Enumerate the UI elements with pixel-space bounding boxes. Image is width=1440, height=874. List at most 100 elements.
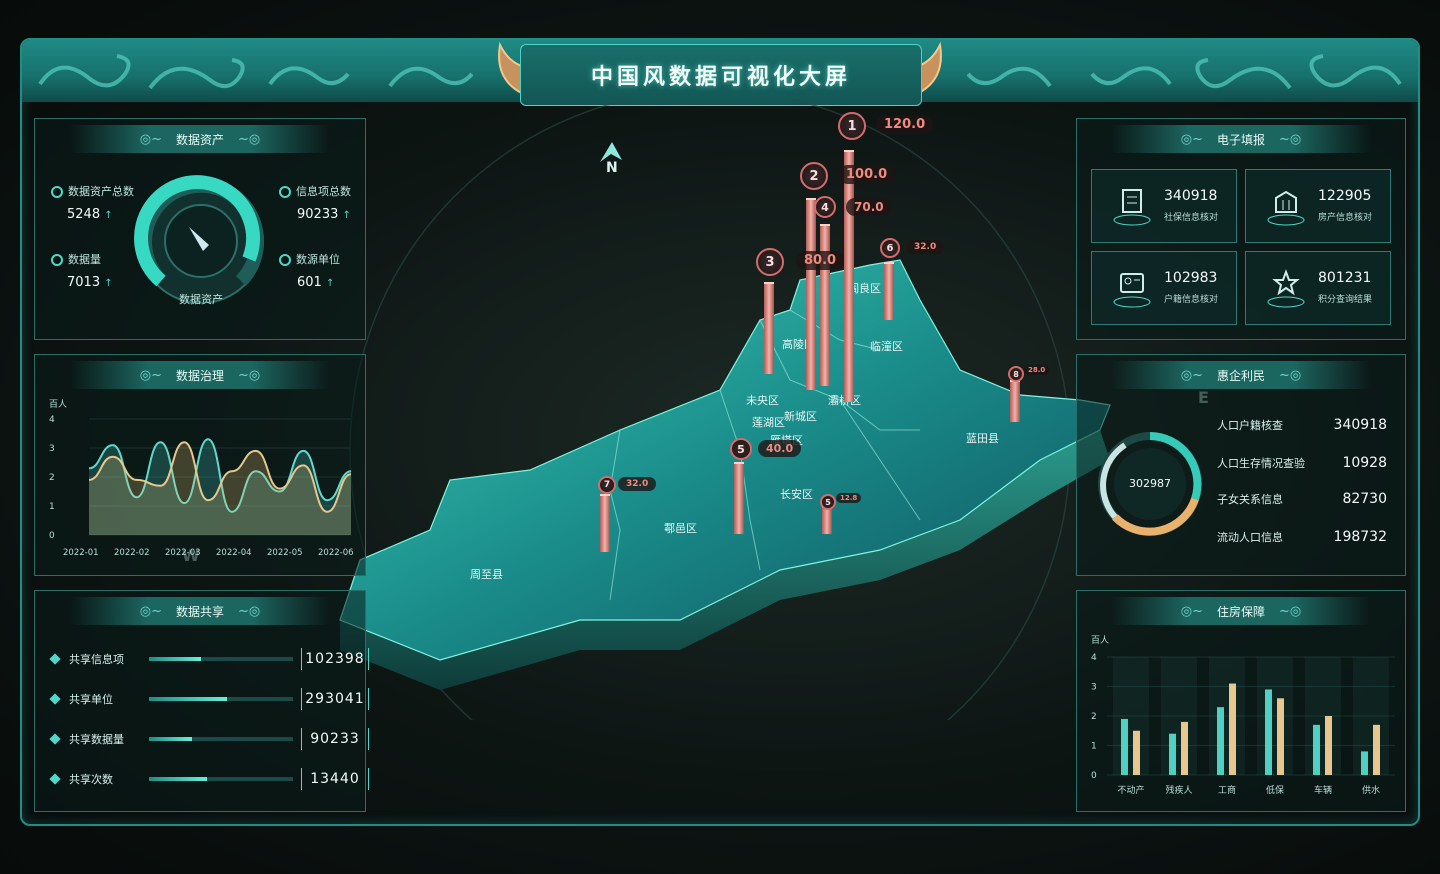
map-marker-rank[interactable]: 5 <box>730 438 752 460</box>
benefit-value: 198732 <box>1333 529 1387 545</box>
stat-label: 数源单位 <box>296 253 340 266</box>
share-bar-fill <box>149 657 201 661</box>
benefit-panel: ◎~ 惠企利民 ~◎ 302987 人口户籍核查 340918 人口生存情况查验… <box>1076 354 1406 576</box>
bar <box>1229 683 1236 775</box>
share-label: 共享次数 <box>69 773 113 786</box>
governance-line-chart: 4 3 2 1 0 2022-01 2022-02 2022-03 2022-04 2022-05… <box>49 415 354 558</box>
cloud-swirl-icon: ◎~ <box>1180 367 1203 383</box>
data-governance-panel: ◎~ 数据治理 ~◎ 百人 4 3 2 1 0 2022-01 2022-02 2022-03… <box>34 354 366 576</box>
map-marker-value: 100.0 <box>838 165 896 184</box>
benefit-item: 人口生存情况查验 10928 <box>1217 455 1387 475</box>
share-bar <box>149 657 293 661</box>
cloud-swirl-icon: ◎~ <box>139 367 162 383</box>
bar-slot-bg <box>1209 657 1245 775</box>
panel-header: ◎~ 住房保障 ~◎ <box>1111 597 1371 625</box>
x-tick-label: 2022-01 <box>63 548 99 558</box>
map-marker-value: 70.0 <box>846 198 892 216</box>
card-label: 房产信息核对 <box>1318 213 1373 223</box>
report-card[interactable]: 102983 户籍信息核对 <box>1091 251 1237 325</box>
card-label: 积分查询结果 <box>1318 295 1373 305</box>
panel-title: 数据资产 <box>175 132 224 147</box>
benefit-label: 流动人口信息 <box>1217 531 1283 544</box>
report-card[interactable]: 340918 社保信息核对 <box>1091 169 1237 243</box>
ring-dot-icon <box>279 186 291 198</box>
y-tick-label: 4 <box>49 415 55 425</box>
x-tick-label: 2022-04 <box>216 548 252 558</box>
share-label: 共享信息项 <box>69 653 124 666</box>
map-pillar <box>822 506 832 534</box>
panel-header: ◎~ 电子填报 ~◎ <box>1111 125 1371 153</box>
form-icon <box>1113 189 1151 226</box>
bar-slot-bg <box>1161 657 1197 775</box>
x-tick-label: 2022-03 <box>165 548 201 558</box>
diamond-icon <box>49 653 61 665</box>
star-icon <box>1267 269 1305 308</box>
map-marker-rank[interactable]: 6 <box>880 238 900 258</box>
map-marker-rank[interactable]: 2 <box>800 162 828 190</box>
bar <box>1169 733 1176 775</box>
panel-header: ◎~ 惠企利民 ~◎ <box>1111 361 1371 389</box>
cloud-swirl-icon: ~◎ <box>238 131 261 147</box>
y-axis-unit: 百人 <box>49 400 68 410</box>
share-label: 共享单位 <box>69 693 113 706</box>
cloud-swirl-icon: ~◎ <box>1279 131 1302 147</box>
report-card[interactable]: 801231 积分查询结果 <box>1245 251 1391 325</box>
map-marker-rank[interactable]: 3 <box>756 248 784 276</box>
x-tick-label: 2022-02 <box>114 548 150 558</box>
report-card[interactable]: 122905 房产信息核对 <box>1245 169 1391 243</box>
map-pillar <box>734 462 744 534</box>
x-tick-label: 低保 <box>1266 784 1284 796</box>
stat-item: 信息项总数 <box>279 183 351 199</box>
district-label: 莲湖区 <box>752 416 785 429</box>
diamond-icon <box>49 693 61 705</box>
cloud-swirl-icon: ◎~ <box>1180 131 1203 147</box>
bar-slot-bg <box>1113 657 1149 775</box>
stat-value: 601 ↑ <box>297 275 335 290</box>
district-label: 蓝田县 <box>966 432 999 445</box>
map-marker-rank[interactable]: 7 <box>598 476 616 494</box>
panel-header: ◎~ 数据资产 ~◎ <box>70 125 330 153</box>
district-label: 未央区 <box>746 394 779 407</box>
building-icon <box>1267 190 1305 226</box>
share-row: 共享单位 293041 <box>49 687 369 711</box>
stat-item: 数源单位 <box>279 251 340 267</box>
share-bar <box>149 697 293 701</box>
bar <box>1313 724 1320 775</box>
share-row: 共享数据量 90233 <box>49 727 369 751</box>
y-tick-label: 2 <box>1091 712 1097 722</box>
y-tick-label: 0 <box>1091 771 1097 781</box>
y-tick-label: 2 <box>49 473 55 483</box>
y-tick-label: 1 <box>49 502 55 512</box>
map-marker-value: 12.8 <box>836 493 862 503</box>
bar-slot-bg <box>1257 657 1293 775</box>
map-marker-value: 28.0 <box>1024 365 1050 375</box>
benefit-item: 人口户籍核查 340918 <box>1217 417 1387 437</box>
e-report-panel: ◎~ 电子填报 ~◎ 340918 社保信息核对 122905 房产信息核对 1… <box>1076 118 1406 340</box>
diamond-icon <box>49 773 61 785</box>
data-assets-panel: ◎~ 数据资产 ~◎ 数据资产总数 5248 ↑ 数据量 7013 ↑ 信息项总… <box>34 118 366 340</box>
card-value: 801231 <box>1318 270 1372 286</box>
x-tick-label: 2022-06 <box>318 548 354 558</box>
data-sharing-panel: ◎~ 数据共享 ~◎ 共享信息项 102398 共享单位 293041 共享数据… <box>34 590 369 812</box>
share-value: 102398 <box>301 648 369 670</box>
cloud-pattern-right <box>966 54 1402 90</box>
district-label: 周至县 <box>470 568 503 581</box>
share-value: 293041 <box>301 688 369 710</box>
map-marker-rank[interactable]: 4 <box>814 196 836 218</box>
x-tick-label: 供水 <box>1362 784 1380 796</box>
map-marker-rank[interactable]: 1 <box>838 112 866 140</box>
bar-slot-bg <box>1305 657 1341 775</box>
y-tick-label: 1 <box>1091 742 1097 752</box>
bar <box>1373 724 1380 775</box>
cloud-swirl-icon: ◎~ <box>139 603 162 619</box>
benefit-label: 人口户籍核查 <box>1217 419 1283 432</box>
benefit-value: 340918 <box>1333 417 1387 433</box>
map-marker-rank[interactable]: 5 <box>820 494 836 510</box>
map-marker-rank[interactable]: 8 <box>1008 366 1024 382</box>
district-label: 长安区 <box>780 488 813 501</box>
gauge-label: 数据资产 <box>179 293 223 306</box>
stat-item: 数据量 <box>51 251 101 267</box>
share-label: 共享数据量 <box>69 733 124 746</box>
x-tick-label: 工商 <box>1218 784 1236 796</box>
y-tick-label: 4 <box>1091 653 1097 663</box>
